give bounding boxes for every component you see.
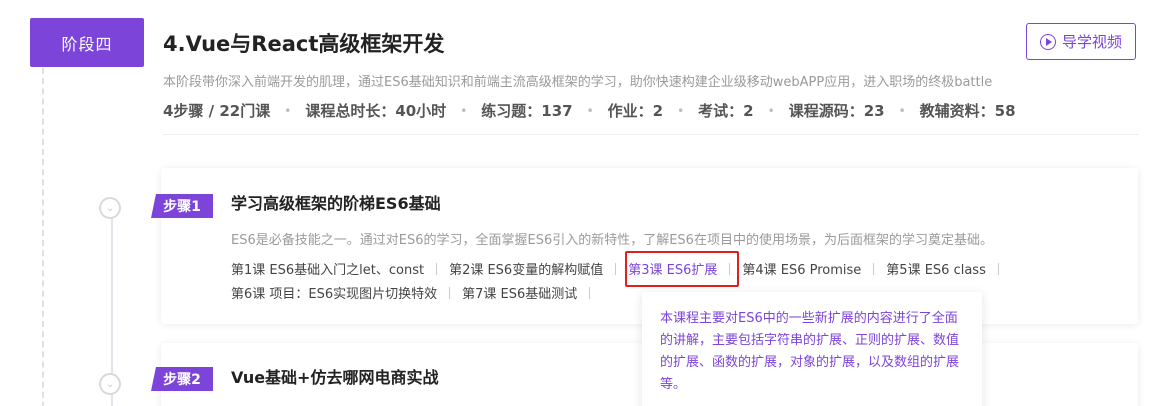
lesson-label: 第6课 项目：ES6实现图片切换特效 (231, 287, 438, 302)
lesson-item[interactable]: 第7课 ES6基础测试 (462, 283, 602, 302)
highlight-box (625, 251, 739, 287)
step-description-1: ES6是必备技能之一。通过对ES6的学习，全面掌握ES6引入的新特性，了解ES6… (231, 233, 993, 248)
lesson-label: 第5课 ES6 class (886, 263, 986, 278)
lesson-item[interactable]: 第6课 项目：ES6实现图片切换特效 (231, 283, 462, 302)
lesson-tooltip: 本课程主要对ES6中的一些新扩展的内容进行了全面的讲解，主要包括字符串的扩展、正… (642, 292, 982, 406)
lesson-separator (615, 262, 617, 275)
stat-homework: 作业：2 (607, 102, 664, 120)
lesson-separator (589, 286, 591, 299)
stat-exams: 考试：2 (698, 102, 754, 120)
step-title-1[interactable]: 学习高级框架的阶梯ES6基础 (231, 190, 441, 214)
lesson-item[interactable]: 第4课 ES6 Promise (742, 259, 886, 278)
lesson-separator (873, 262, 875, 275)
stat-separator: • (586, 103, 594, 118)
stat-source-code: 课程源码：23 (788, 102, 885, 120)
guide-video-button[interactable]: 导学视频 (1026, 23, 1136, 60)
step-title-2[interactable]: Vue基础+仿去哪网电商实战 (231, 364, 438, 388)
lesson-label: 第1课 ES6基础入门之let、const (231, 263, 425, 278)
stat-separator: • (284, 103, 292, 118)
play-icon (1039, 33, 1056, 50)
chevron-down-icon[interactable]: ⌄ (99, 197, 121, 219)
step-tag-1: 步骤1 (151, 194, 213, 218)
lesson-label: 第2课 ES6变量的解构赋值 (449, 263, 604, 278)
lesson-item[interactable]: 第1课 ES6基础入门之let、const (231, 259, 449, 278)
lesson-row-1: 第1课 ES6基础入门之let、const 第2课 ES6变量的解构赋值 第3课… (231, 259, 1011, 278)
lesson-item[interactable]: 第5课 ES6 class (886, 259, 1011, 278)
divider (163, 134, 1139, 135)
lesson-row-2: 第6课 项目：ES6实现图片切换特效 第7课 ES6基础测试 (231, 283, 602, 302)
guide-video-label: 导学视频 (1061, 33, 1122, 51)
stat-exercises: 练习题：137 (481, 102, 573, 120)
stat-duration: 课程总时长：40小时 (305, 102, 447, 120)
lesson-label: 第4课 ES6 Promise (742, 263, 862, 278)
stage-description: 本阶段带你深入前端开发的肌理，通过ES6基础知识和前端主流高级框架的学习，助你快… (163, 75, 993, 90)
timeline-dashed-line (42, 68, 44, 406)
lesson-separator (449, 286, 451, 299)
lesson-item[interactable]: 第2课 ES6变量的解构赋值 (449, 259, 628, 278)
stage-section: 阶段四 4.Vue与React高级框架开发 导学视频 本阶段带你深入前端开发的肌… (0, 0, 1174, 406)
stat-separator: • (767, 103, 775, 118)
stat-steps: 4步骤 / 22门课 (163, 102, 271, 120)
lesson-label: 第7课 ES6基础测试 (462, 287, 578, 302)
stat-separator: • (898, 103, 906, 118)
stage-badge: 阶段四 (30, 18, 144, 67)
step-tag-2: 步骤2 (151, 367, 213, 391)
tooltip-text: 本课程主要对ES6中的一些新扩展的内容进行了全面的讲解，主要包括字符串的扩展、正… (660, 311, 960, 392)
stat-separator: • (460, 103, 468, 118)
lesson-separator (997, 262, 999, 275)
chevron-down-icon[interactable]: ⌄ (99, 373, 121, 395)
stage-stats: 4步骤 / 22门课 • 课程总时长：40小时 • 练习题：137 • 作业：2… (163, 100, 1016, 121)
stage-title: 4.Vue与React高级框架开发 (163, 32, 445, 56)
lesson-separator (436, 262, 438, 275)
stat-separator: • (677, 103, 685, 118)
stat-materials: 教辅资料：58 (919, 102, 1016, 120)
